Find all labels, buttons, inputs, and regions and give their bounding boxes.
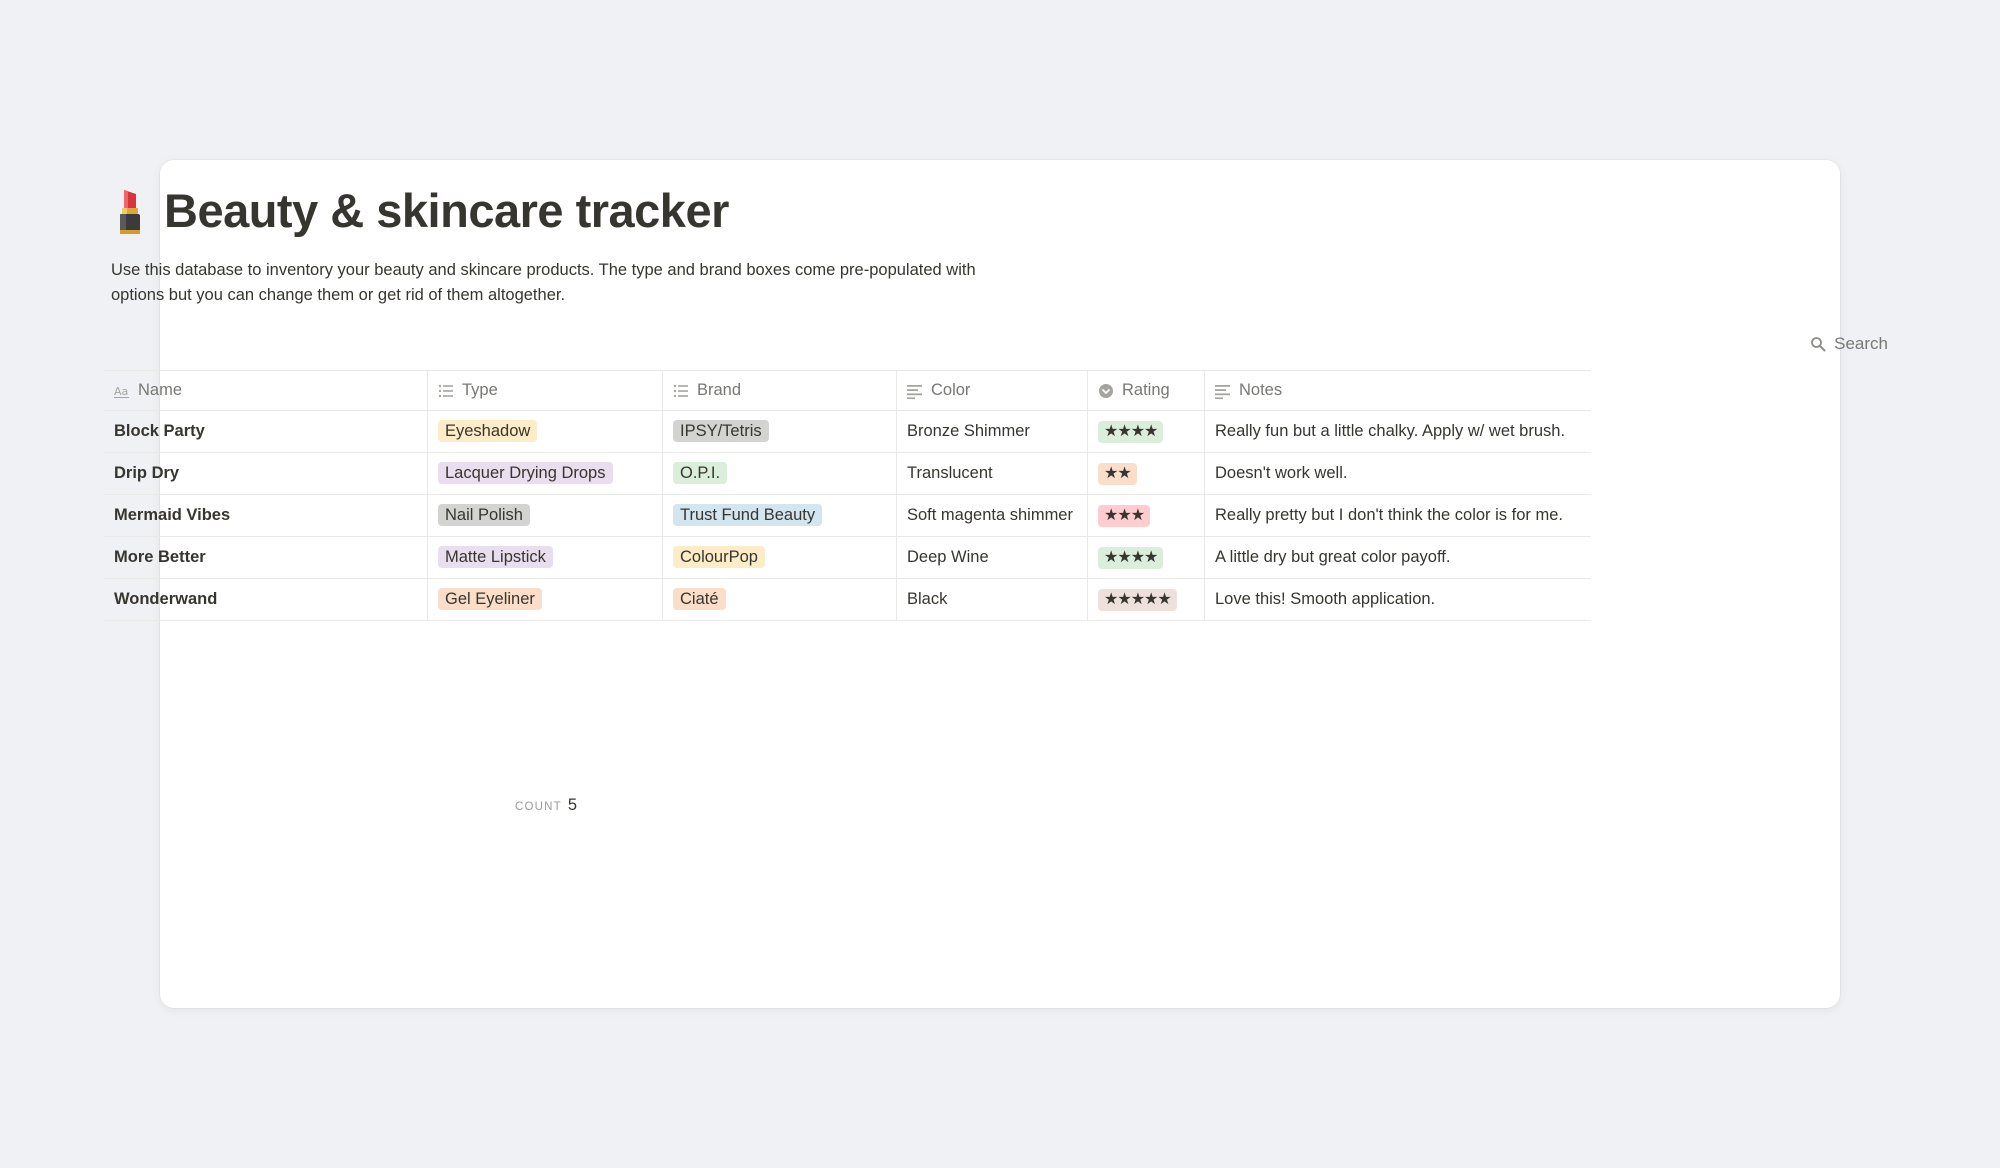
count-summary[interactable]: COUNT 5 <box>515 796 577 815</box>
cell-type[interactable]: Gel Eyeliner <box>428 579 663 620</box>
cell-notes[interactable]: Doesn't work well. <box>1205 453 1591 494</box>
search-label: Search <box>1834 334 1888 353</box>
page-header: Beauty & skincare tracker <box>110 183 729 238</box>
cell-color[interactable]: Deep Wine <box>897 537 1088 578</box>
list-icon <box>438 384 453 397</box>
table-row[interactable]: More Better Matte Lipstick ColourPop Dee… <box>104 537 1591 579</box>
rating-tag: ★★★★ <box>1098 421 1164 443</box>
product-name: Drip Dry <box>114 464 180 482</box>
select-circle-icon <box>1099 383 1113 398</box>
column-header-name[interactable]: Aa Name <box>104 371 428 410</box>
color-value: Bronze Shimmer <box>907 422 1030 440</box>
notes-value: Really pretty but I don't think the colo… <box>1215 506 1563 524</box>
color-value: Soft magenta shimmer <box>907 506 1073 524</box>
cell-type[interactable]: Lacquer Drying Drops <box>428 453 663 494</box>
rating-tag: ★★ <box>1098 463 1137 485</box>
type-tag: Gel Eyeliner <box>438 588 542 610</box>
rating-tag: ★★★ <box>1098 505 1151 527</box>
brand-tag: O.P.I. <box>673 462 728 484</box>
column-header-notes[interactable]: Notes <box>1205 371 1591 410</box>
table-row[interactable]: Mermaid Vibes Nail Polish Trust Fund Bea… <box>104 495 1591 537</box>
cell-color[interactable]: Translucent <box>897 453 1088 494</box>
count-label: COUNT <box>515 801 562 813</box>
database-table: Aa Name Type Brand Color Rating Notes Bl… <box>104 370 1591 621</box>
cell-notes[interactable]: Love this! Smooth application. <box>1205 579 1591 620</box>
cell-rating[interactable]: ★★★ <box>1088 495 1205 536</box>
column-header-label: Type <box>462 381 498 399</box>
cell-rating[interactable]: ★★★★ <box>1088 411 1205 452</box>
search-icon <box>1811 337 1826 352</box>
type-tag: Nail Polish <box>438 504 530 526</box>
cell-rating[interactable]: ★★ <box>1088 453 1205 494</box>
product-name: Block Party <box>114 422 205 440</box>
product-name: Mermaid Vibes <box>114 506 231 524</box>
cell-brand[interactable]: Trust Fund Beauty <box>663 495 897 536</box>
notes-value: Doesn't work well. <box>1215 464 1348 482</box>
product-name: Wonderwand <box>114 590 218 608</box>
cell-brand[interactable]: ColourPop <box>663 537 897 578</box>
cell-notes[interactable]: Really fun but a little chalky. Apply w/… <box>1205 411 1591 452</box>
table-row[interactable]: Wonderwand Gel Eyeliner Ciaté Black ★★★★… <box>104 579 1591 621</box>
cell-name[interactable]: Block Party <box>104 411 428 452</box>
count-value: 5 <box>567 796 578 814</box>
column-header-label: Color <box>931 381 971 399</box>
cell-color[interactable]: Bronze Shimmer <box>897 411 1088 452</box>
svg-text:Aa: Aa <box>114 385 128 398</box>
cell-brand[interactable]: Ciaté <box>663 579 897 620</box>
notes-value: Really fun but a little chalky. Apply w/… <box>1215 422 1566 440</box>
column-header-label: Brand <box>697 381 742 399</box>
column-header-type[interactable]: Type <box>428 371 663 410</box>
cell-notes[interactable]: Really pretty but I don't think the colo… <box>1205 495 1591 536</box>
cell-name[interactable]: More Better <box>104 537 428 578</box>
cell-rating[interactable]: ★★★★ <box>1088 537 1205 578</box>
rating-tag: ★★★★ <box>1098 547 1164 569</box>
brand-tag: Trust Fund Beauty <box>673 504 823 526</box>
cell-rating[interactable]: ★★★★★ <box>1088 579 1205 620</box>
cell-notes[interactable]: A little dry but great color payoff. <box>1205 537 1591 578</box>
color-value: Deep Wine <box>907 548 989 566</box>
search-button[interactable]: Search <box>1810 334 1888 354</box>
column-header-color[interactable]: Color <box>897 371 1088 410</box>
cell-name[interactable]: Wonderwand <box>104 579 428 620</box>
text-aa-icon: Aa <box>114 385 129 398</box>
brand-tag: Ciaté <box>673 588 726 610</box>
rating-tag: ★★★★★ <box>1098 589 1177 611</box>
cell-brand[interactable]: O.P.I. <box>663 453 897 494</box>
list-icon <box>673 384 688 397</box>
notes-value: Love this! Smooth application. <box>1215 590 1436 608</box>
cell-type[interactable]: Nail Polish <box>428 495 663 536</box>
column-header-label: Rating <box>1122 381 1170 399</box>
lines-icon <box>1215 384 1230 399</box>
cell-name[interactable]: Mermaid Vibes <box>104 495 428 536</box>
lipstick-icon <box>120 189 140 234</box>
table-header-row: Aa Name Type Brand Color Rating Notes <box>104 371 1591 411</box>
column-header-label: Name <box>138 381 183 399</box>
cell-color[interactable]: Black <box>897 579 1088 620</box>
cell-name[interactable]: Drip Dry <box>104 453 428 494</box>
table-row[interactable]: Drip Dry Lacquer Drying Drops O.P.I. Tra… <box>104 453 1591 495</box>
brand-tag: ColourPop <box>673 546 765 568</box>
cell-type[interactable]: Eyeshadow <box>428 411 663 452</box>
lines-icon <box>907 384 922 399</box>
page-description: Use this database to inventory your beau… <box>111 261 976 304</box>
cell-type[interactable]: Matte Lipstick <box>428 537 663 578</box>
color-value: Translucent <box>907 464 993 482</box>
column-header-label: Notes <box>1239 381 1283 399</box>
cell-color[interactable]: Soft magenta shimmer <box>897 495 1088 536</box>
column-header-brand[interactable]: Brand <box>663 371 897 410</box>
table-row[interactable]: Block Party Eyeshadow IPSY/Tetris Bronze… <box>104 411 1591 453</box>
type-tag: Matte Lipstick <box>438 546 553 568</box>
type-tag: Lacquer Drying Drops <box>438 462 613 484</box>
type-tag: Eyeshadow <box>438 420 538 442</box>
product-name: More Better <box>114 548 206 566</box>
column-header-rating[interactable]: Rating <box>1088 371 1205 410</box>
color-value: Black <box>907 590 948 608</box>
cell-brand[interactable]: IPSY/Tetris <box>663 411 897 452</box>
notes-value: A little dry but great color payoff. <box>1215 548 1451 566</box>
page-title: Beauty & skincare tracker <box>164 184 729 237</box>
brand-tag: IPSY/Tetris <box>673 420 769 442</box>
